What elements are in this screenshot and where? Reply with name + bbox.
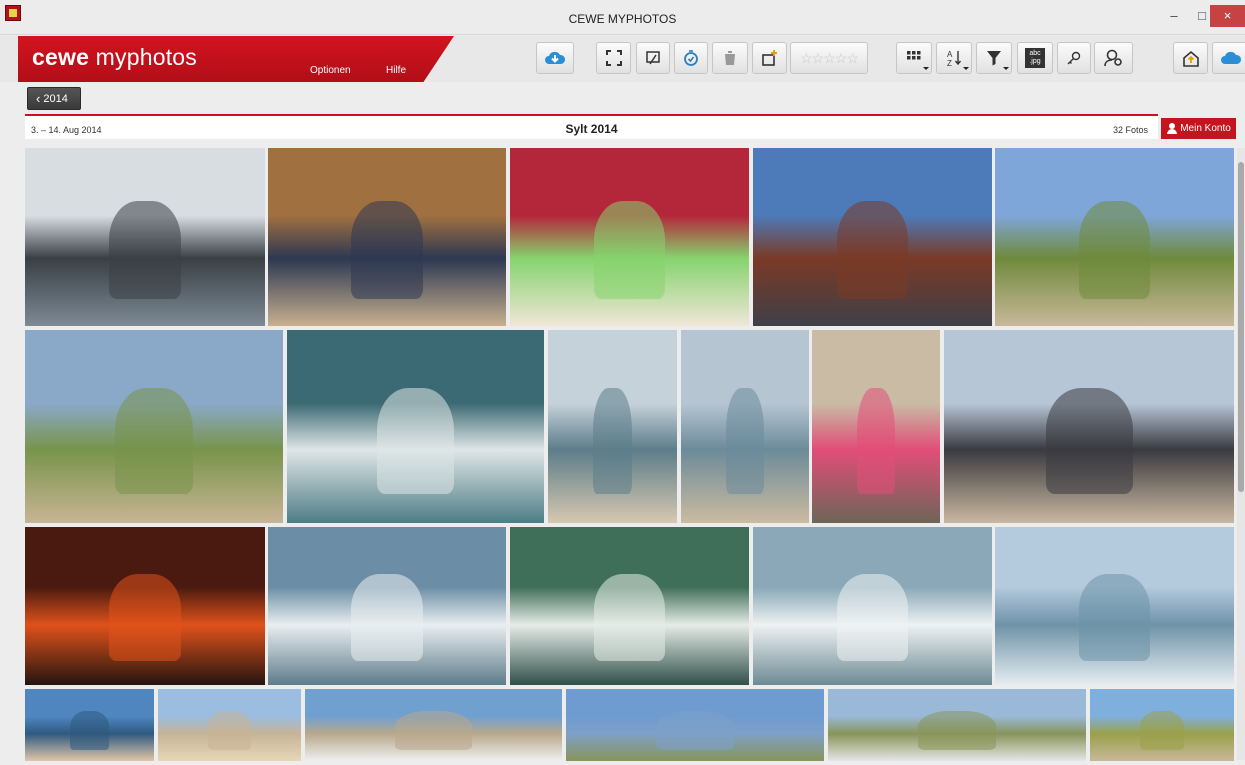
photo-subject	[656, 710, 734, 751]
album-title: Sylt 2014	[565, 122, 618, 136]
rename-button[interactable]: abc .jpg	[1017, 42, 1053, 74]
beach-event-photo[interactable]	[305, 689, 562, 761]
surfer-board-photo-1[interactable]	[548, 330, 677, 523]
bodyboard-wave-photo[interactable]	[287, 330, 544, 523]
person-icon	[1166, 123, 1178, 134]
back-to-year-button[interactable]: ‹ 2014	[27, 87, 81, 110]
rating-stars[interactable]: ☆☆☆☆☆	[790, 42, 868, 74]
photo-count: 32 Fotos	[1112, 125, 1148, 135]
photo-subject	[351, 574, 423, 662]
vertical-scrollbar[interactable]	[1237, 148, 1245, 760]
car-mirror-photo[interactable]	[25, 148, 265, 326]
sunset-photo[interactable]	[25, 527, 265, 685]
volleyball-sky-photo[interactable]	[158, 689, 301, 761]
photo-subject	[725, 387, 765, 495]
tents-beach-photo[interactable]	[828, 689, 1086, 761]
photo-subject	[70, 710, 109, 751]
view-mode-button[interactable]	[896, 42, 932, 74]
fullscreen-icon	[605, 50, 622, 66]
surfer-group-photo[interactable]	[944, 330, 1234, 523]
add-album-icon	[761, 50, 777, 66]
sort-button[interactable]: AZ	[936, 42, 972, 74]
beach-bar-evening-photo[interactable]	[753, 148, 992, 326]
timer-button[interactable]	[674, 42, 708, 74]
slideshow-icon	[646, 51, 660, 65]
window-titlebar: CEWE MYPHOTOS – □ ×	[0, 0, 1245, 35]
sky-dunes-photo[interactable]	[566, 689, 824, 761]
menu-hilfe[interactable]: Hilfe	[386, 65, 406, 76]
photo-subject	[836, 574, 909, 662]
chevron-left-icon: ‹	[36, 91, 41, 106]
rename-icon: abc .jpg	[1025, 48, 1045, 68]
svg-text:Z: Z	[947, 59, 952, 67]
cloud-icon	[1220, 51, 1241, 64]
key-icon	[1067, 51, 1081, 65]
cloud-download-button[interactable]	[536, 42, 574, 74]
photo-subject	[109, 201, 181, 300]
photo-subject	[1140, 710, 1184, 751]
photo-subject	[1078, 201, 1151, 300]
photo-subject	[351, 201, 423, 300]
photo-subject	[1078, 574, 1151, 662]
my-account-label: Mein Konto	[1180, 123, 1231, 134]
photo-subject	[836, 201, 909, 300]
beach-volleyball-photo[interactable]	[995, 148, 1234, 326]
cloud-button[interactable]	[1212, 42, 1245, 74]
delete-button[interactable]	[712, 42, 748, 74]
menu-optionen[interactable]: Optionen	[310, 65, 351, 76]
search-person-icon	[1103, 49, 1122, 67]
minimize-button[interactable]: –	[1160, 6, 1188, 26]
grid-view-icon	[907, 51, 921, 60]
fullscreen-button[interactable]	[596, 42, 631, 74]
slideshow-button[interactable]	[636, 42, 670, 74]
surfer-board-photo-2[interactable]	[681, 330, 809, 523]
scroll-thumb[interactable]	[1238, 162, 1244, 492]
face-search-button[interactable]	[1094, 42, 1133, 74]
woman-sitting-photo[interactable]	[812, 330, 940, 523]
surf-wave-photo-1[interactable]	[268, 527, 506, 685]
photo-subject	[593, 387, 632, 495]
surf-wave-photo-2[interactable]	[510, 527, 749, 685]
photo-subject	[376, 387, 455, 495]
logo: cewe myphotos	[32, 44, 197, 70]
add-album-button[interactable]	[752, 42, 787, 74]
surf-wave-photo-3[interactable]	[753, 527, 992, 685]
my-account-button[interactable]: Mein Konto	[1161, 118, 1236, 139]
filter-icon	[987, 51, 1001, 66]
photo-subject	[115, 387, 193, 495]
cloud-download-icon	[545, 51, 566, 64]
photo-subject	[593, 201, 666, 300]
share-icon	[1182, 50, 1199, 67]
photo-subject	[593, 574, 666, 662]
volleyball-dunes-photo[interactable]	[25, 330, 283, 523]
restaurant-photo[interactable]	[268, 148, 506, 326]
photo-subject	[109, 574, 181, 662]
boy-water-photo[interactable]	[25, 689, 154, 761]
trash-icon	[724, 51, 736, 65]
photo-subject	[208, 710, 251, 751]
photo-subject	[918, 710, 996, 751]
photo-subject	[1045, 387, 1133, 495]
album-infobar: 3. – 14. Aug 2014 Sylt 2014 32 Fotos	[25, 114, 1158, 139]
back-label: 2014	[43, 92, 68, 105]
volleyball-net-photo[interactable]	[1090, 689, 1234, 761]
filter-button[interactable]	[976, 42, 1012, 74]
sort-icon: AZ	[947, 50, 962, 67]
key-button[interactable]	[1057, 42, 1091, 74]
close-button[interactable]: ×	[1210, 5, 1245, 27]
svg-text:A: A	[947, 50, 953, 59]
surf-wave-photo-4[interactable]	[995, 527, 1234, 685]
photo-subject	[394, 710, 473, 751]
app-header: cewe myphotos Optionen Hilfe ☆☆☆☆☆ AZ ab…	[0, 36, 1245, 82]
photo-subject	[856, 387, 896, 495]
window-title: CEWE MYPHOTOS	[568, 12, 677, 26]
share-button[interactable]	[1173, 42, 1208, 74]
timer-icon	[684, 50, 698, 66]
beach-chair-photo[interactable]	[510, 148, 749, 326]
